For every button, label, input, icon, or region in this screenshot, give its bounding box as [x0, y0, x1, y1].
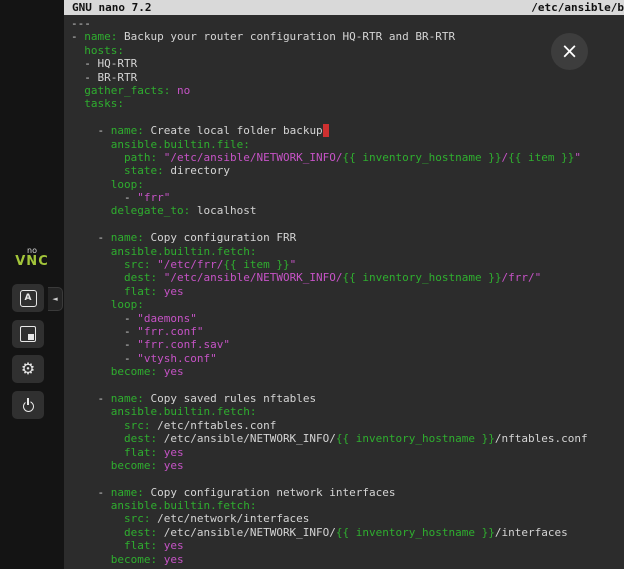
close-icon: × [561, 41, 579, 62]
collapse-arrow-icon: ◄ [52, 295, 57, 303]
editor-line: - "daemons" [71, 312, 624, 325]
editor-line: - BR-RTR [71, 71, 624, 84]
power-icon [21, 398, 35, 412]
editor-line: flat: yes [71, 446, 624, 459]
editor-line: dest: /etc/ansible/NETWORK_INFO/{{ inven… [71, 526, 624, 539]
editor-line: ansible.builtin.fetch: [71, 405, 624, 418]
toolbar-handle[interactable]: ◄ [48, 287, 63, 311]
editor-line: - "frr.conf" [71, 325, 624, 338]
novnc-logo: no VNC [0, 246, 64, 269]
editor-line [71, 111, 624, 124]
editor-line: state: directory [71, 164, 624, 177]
keyboard-button[interactable]: A [12, 284, 44, 312]
editor-line: - HQ-RTR [71, 57, 624, 70]
editor-line [71, 379, 624, 392]
editor-line: become: yes [71, 553, 624, 566]
editor-line [71, 218, 624, 231]
editor-line: dest: /etc/ansible/NETWORK_INFO/{{ inven… [71, 432, 624, 445]
terminal-window[interactable]: GNU nano 7.2 /etc/ansible/b ---- name: B… [64, 0, 624, 569]
editor-line: gather_facts: no [71, 84, 624, 97]
editor-line: flat: yes [71, 285, 624, 298]
nano-version-label: GNU nano 7.2 [72, 1, 151, 14]
power-button[interactable] [12, 391, 44, 419]
editor-content[interactable]: ---- name: Backup your router configurat… [64, 15, 624, 569]
keyboard-icon: A [20, 290, 37, 307]
fullscreen-button[interactable] [12, 320, 44, 348]
editor-line: loop: [71, 178, 624, 191]
editor-line: ansible.builtin.fetch: [71, 245, 624, 258]
editor-line: - "vtysh.conf" [71, 352, 624, 365]
editor-line: hosts: [71, 44, 624, 57]
editor-line: - name: Create local folder backup [71, 124, 624, 137]
editor-line: become: yes [71, 365, 624, 378]
gear-icon: ⚙ [21, 361, 35, 377]
editor-line: src: /etc/network/interfaces [71, 512, 624, 525]
editor-line: become: yes [71, 459, 624, 472]
editor-line: ansible.builtin.file: [71, 138, 624, 151]
nano-titlebar: GNU nano 7.2 /etc/ansible/b [64, 0, 624, 15]
editor-line: - name: Copy saved rules nftables [71, 392, 624, 405]
nano-filename: /etc/ansible/b [531, 1, 624, 14]
editor-line: ansible.builtin.fetch: [71, 499, 624, 512]
novnc-logo-text: VNC [0, 255, 64, 269]
editor-line: src: "/etc/frr/{{ item }}" [71, 258, 624, 271]
editor-line: --- [71, 17, 624, 30]
editor-line: - name: Copy configuration network inter… [71, 486, 624, 499]
editor-line: path: "/etc/ansible/NETWORK_INFO/{{ inve… [71, 151, 624, 164]
editor-line: - "frr" [71, 191, 624, 204]
editor-line: - name: Copy configuration FRR [71, 231, 624, 244]
editor-line: delegate_to: localhost [71, 204, 624, 217]
settings-button[interactable]: ⚙ [12, 355, 44, 383]
editor-line: src: /etc/nftables.conf [71, 419, 624, 432]
editor-line: loop: [71, 298, 624, 311]
vnc-toolbar: no VNC A ⚙ ◄ [0, 0, 64, 569]
close-button[interactable]: × [551, 33, 588, 70]
editor-line [71, 472, 624, 485]
screen: no VNC A ⚙ ◄ GNU nano 7.2 /etc/ansible/b… [0, 0, 624, 569]
editor-line: flat: yes [71, 539, 624, 552]
editor-line: dest: "/etc/ansible/NETWORK_INFO/{{ inve… [71, 271, 624, 284]
editor-line: - "frr.conf.sav" [71, 338, 624, 351]
editor-line: - name: Backup your router configuration… [71, 30, 624, 43]
fullscreen-icon [20, 326, 36, 342]
editor-line: tasks: [71, 97, 624, 110]
